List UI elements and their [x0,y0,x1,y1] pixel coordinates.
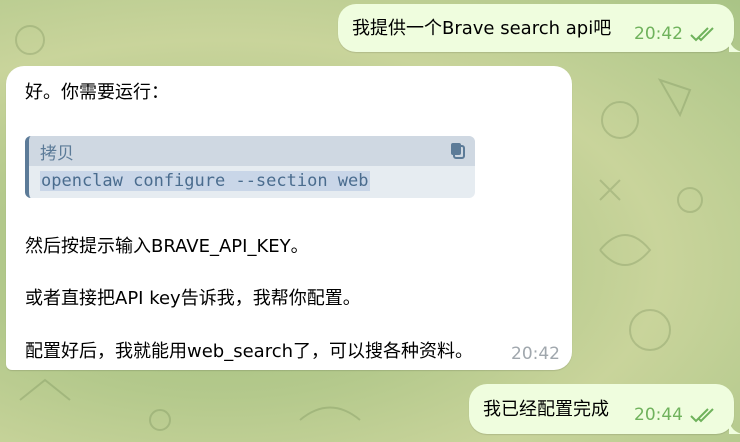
message-paragraph: 然后按提示输入BRAVE_API_KEY。 [25,236,309,257]
copy-label: 拷贝 [40,143,74,164]
message-paragraph: 或者直接把API key告诉我，我帮你配置。 [25,288,361,309]
message-paragraph: 配置好后，我就能用web_search了，可以搜各种资料。 [25,341,474,362]
code-block[interactable]: 拷贝 openclaw configure --section web [25,136,475,198]
message-meta: 20:44 [634,405,717,425]
message-text: 我已经配置完成 [483,399,609,420]
message-intro: 好。你需要运行： [25,82,169,103]
message-time: 20:42 [511,344,560,364]
bubble-tail [729,420,740,434]
copy-icon[interactable] [449,142,467,160]
code-command: openclaw configure --section web [40,171,370,191]
message-meta: 20:42 [634,24,717,44]
message-time: 20:42 [634,24,683,44]
message-text: 我提供一个Brave search api吧 [352,18,612,39]
message-time: 20:44 [634,405,683,425]
bubble-tail [729,38,740,52]
double-check-icon [690,27,714,42]
outgoing-message[interactable]: 我已经配置完成 20:44 [469,384,734,434]
incoming-message[interactable]: 好。你需要运行： [6,66,572,370]
code-header: 拷贝 [29,136,475,166]
outgoing-message[interactable]: 我提供一个Brave search api吧 20:42 [338,4,734,52]
double-check-icon [690,408,714,423]
